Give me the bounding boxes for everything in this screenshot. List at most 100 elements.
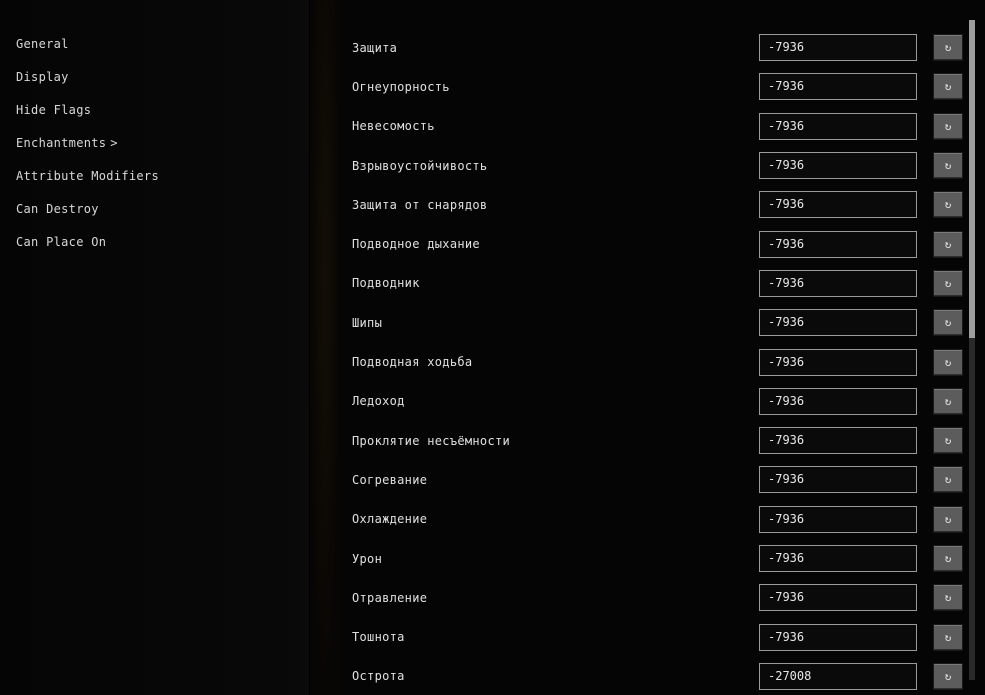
chevron-right-icon: > [110,136,118,150]
enchantment-row: Охлаждение-7936 ↻ [350,500,985,539]
reset-icon: ↻ [945,434,952,447]
reset-icon: ↻ [945,356,952,369]
enchantment-value-input[interactable]: -7936 [759,427,917,454]
enchantment-row: Подводное дыхание-7936 ↻ [350,224,985,263]
main-panel: Защита-7936↻Огнеупорность-7936↻Невесомос… [340,0,985,695]
enchantment-value-input[interactable]: -7936 [759,466,917,493]
enchantment-row: Взрывоустойчивость-7936 ↻ [350,146,985,185]
enchantment-row: Невесомость-7936↻ [350,107,985,146]
enchantment-row: Ледоход-7936↻ [350,382,985,421]
enchantment-label: Подводное дыхание [350,237,759,251]
sidebar-item-label: Can Place On [16,235,106,249]
enchantment-row: Шипы-7936 ↻ [350,303,985,342]
reset-icon: ↻ [945,198,952,211]
sidebar-item-display[interactable]: Display [0,61,309,94]
reset-icon: ↻ [945,80,952,93]
enchantment-label: Согревание [350,473,759,487]
enchantment-row: Подводная ходьба-7936 ↻ [350,342,985,381]
enchantment-value-input[interactable]: -7936 [759,545,917,572]
reset-button[interactable]: ↻ [933,309,963,336]
enchantment-value-input[interactable]: -7936 [759,349,917,376]
enchantment-row: Защита от снарядов-7936 ↻ [350,185,985,224]
reset-icon: ↻ [945,41,952,54]
enchantment-row: Отравление-7936 ↻ [350,578,985,617]
enchantment-value-input[interactable]: -7936 [759,231,917,258]
reset-icon: ↻ [945,670,952,683]
reset-button[interactable]: ↻ [933,73,963,100]
reset-button[interactable]: ↻ [933,506,963,533]
enchantment-value-input[interactable]: -7936 [759,152,917,179]
reset-icon: ↻ [945,631,952,644]
enchantment-label: Подводная ходьба [350,355,759,369]
enchantment-value-input[interactable]: -7936 [759,309,917,336]
app-root: General Display Hide Flags Enchantments >… [0,0,985,695]
reset-button[interactable]: ↻ [933,113,963,140]
enchantment-label: Защита от снарядов [350,198,759,212]
reset-button[interactable]: ↻ [933,152,963,179]
enchantment-label: Острота [350,669,759,683]
enchantment-label: Охлаждение [350,512,759,526]
enchantment-label: Подводник [350,276,759,290]
enchantment-row: Подводник-7936 ↻ [350,264,985,303]
reset-button[interactable]: ↻ [933,231,963,258]
sidebar-item-hide-flags[interactable]: Hide Flags [0,94,309,127]
enchantment-label: Отравление [350,591,759,605]
enchantment-value-input[interactable]: -27008 [759,663,917,690]
reset-icon: ↻ [945,120,952,133]
reset-icon: ↻ [945,473,952,486]
reset-button[interactable]: ↻ [933,270,963,297]
sidebar-item-general[interactable]: General [0,28,309,61]
enchantment-row: Острота-27008 ↻ [350,657,985,695]
reset-button[interactable]: ↻ [933,388,963,415]
reset-button[interactable]: ↻ [933,545,963,572]
enchantment-value-input[interactable]: -7936 [759,506,917,533]
reset-button[interactable]: ↻ [933,663,963,690]
enchantment-label: Шипы [350,316,759,330]
sidebar-item-can-place-on[interactable]: Can Place On [0,226,309,259]
enchantment-list: Защита-7936↻Огнеупорность-7936↻Невесомос… [350,28,985,695]
enchantment-row: Огнеупорность-7936 ↻ [350,67,985,106]
reset-icon: ↻ [945,316,952,329]
enchantment-label: Взрывоустойчивость [350,159,759,173]
reset-icon: ↻ [945,591,952,604]
sidebar-item-label: Hide Flags [16,103,91,117]
enchantment-label: Огнеупорность [350,80,759,94]
reset-icon: ↻ [945,159,952,172]
enchantment-row: Проклятие несъёмности-7936 ↻ [350,421,985,460]
scrollbar-thumb[interactable] [969,20,975,338]
enchantment-value-input[interactable]: -7936 [759,584,917,611]
enchantment-value-input[interactable]: -7936 [759,73,917,100]
reset-icon: ↻ [945,238,952,251]
reset-button[interactable]: ↻ [933,427,963,454]
enchantment-value-input[interactable]: -7936 [759,624,917,651]
sidebar-item-attribute-modifiers[interactable]: Attribute Modifiers [0,160,309,193]
reset-button[interactable]: ↻ [933,34,963,61]
enchantment-value-input[interactable]: -7936 [759,270,917,297]
sidebar: General Display Hide Flags Enchantments >… [0,0,310,695]
sidebar-item-label: Attribute Modifiers [16,169,159,183]
enchantment-value-input[interactable]: -7936 [759,388,917,415]
enchantment-row: Тошнота-7936 ↻ [350,617,985,656]
reset-icon: ↻ [945,513,952,526]
enchantment-value-input[interactable]: -7936 [759,191,917,218]
enchantment-value-input[interactable]: -7936 [759,34,917,61]
scrollbar[interactable] [969,20,975,680]
enchantment-row: Защита-7936↻ [350,28,985,67]
sidebar-item-label: General [16,37,69,51]
enchantment-value-input[interactable]: -7936 [759,113,917,140]
reset-button[interactable]: ↻ [933,191,963,218]
sidebar-item-enchantments[interactable]: Enchantments > [0,127,309,160]
sidebar-item-label: Enchantments [16,136,106,150]
sidebar-item-label: Display [16,70,69,84]
enchantment-row: Урон-7936 ↻ [350,539,985,578]
reset-button[interactable]: ↻ [933,466,963,493]
enchantment-label: Проклятие несъёмности [350,434,759,448]
enchantment-label: Тошнота [350,630,759,644]
reset-icon: ↻ [945,552,952,565]
reset-button[interactable]: ↻ [933,624,963,651]
reset-button[interactable]: ↻ [933,584,963,611]
sidebar-item-can-destroy[interactable]: Can Destroy [0,193,309,226]
reset-button[interactable]: ↻ [933,349,963,376]
enchantment-label: Урон [350,552,759,566]
reset-icon: ↻ [945,277,952,290]
